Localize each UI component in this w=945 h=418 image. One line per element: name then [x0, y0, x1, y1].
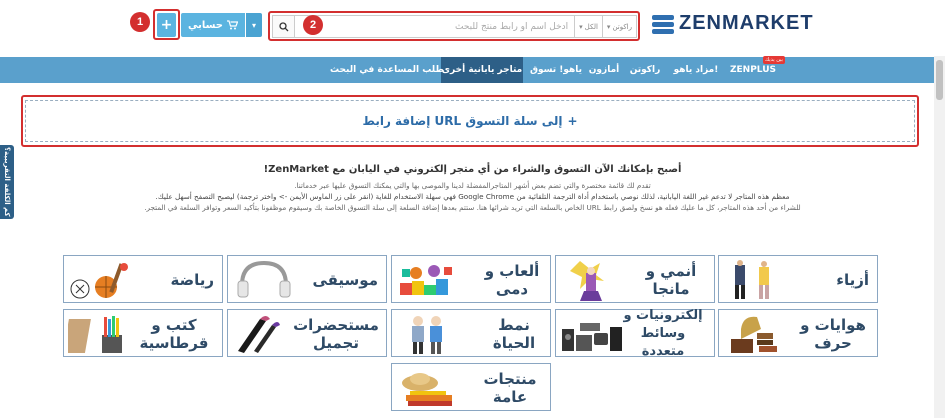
- lifestyle-couple-icon: [412, 316, 442, 354]
- highlight-box-2: [268, 11, 640, 41]
- info-line-1: تقدم لك قائمة مختصرة والتي تضم بعض أشهر …: [294, 181, 651, 190]
- nav-item-amazon[interactable]: أمازون: [585, 57, 623, 83]
- category-label: إلكترونيات و وسائط متعددة: [623, 308, 703, 359]
- category-electronics[interactable]: إلكترونيات و وسائط متعددة: [555, 308, 715, 359]
- zenmarket-logo-icon: [652, 13, 674, 35]
- scrollbar-track[interactable]: [934, 56, 945, 418]
- category-toys[interactable]: ألعاب و دمى: [391, 255, 551, 303]
- main-nav: ZENPLUS مزاد ياهو! راكوتن أمازون ياهو! ت…: [0, 57, 945, 83]
- category-sports[interactable]: رياضة: [63, 255, 223, 303]
- category-books-stationery[interactable]: كتب و قرطاسية: [63, 309, 223, 357]
- account-dropdown-button[interactable]: ▾: [246, 13, 262, 37]
- info-line-3: للشراء من أحد هذه المتاجر، كل ما عليك فع…: [144, 203, 801, 212]
- scrollbar-thumb[interactable]: [936, 60, 943, 100]
- category-label: ألعاب و دمى: [484, 262, 540, 298]
- zenplus-badge: بين يديك: [763, 56, 785, 64]
- category-label: مستحضرات تجميل: [293, 316, 379, 352]
- category-label: كتب و قرطاسية: [139, 316, 209, 352]
- category-label: هوايات و حرف: [800, 316, 866, 352]
- category-label: منتجات عامة: [483, 370, 537, 406]
- info-title: أصبح بإمكانك الآن التسوق والشراء من أي م…: [263, 164, 682, 175]
- plus-icon: +: [567, 114, 578, 128]
- fashion-icon: [735, 260, 769, 299]
- toys-icon: [400, 265, 452, 295]
- category-anime-manga[interactable]: أنمي و مانجا: [555, 255, 715, 303]
- headphones-icon: [237, 260, 291, 298]
- anime-figure-icon: [570, 261, 604, 301]
- nav-item-yahoo-auctions[interactable]: مزاد ياهو!: [670, 57, 722, 83]
- info-line-2: معظم هذه المتاجر لا تدعم غير اللغة الياب…: [155, 192, 790, 201]
- general-products-icon: [402, 373, 452, 406]
- category-general-products[interactable]: منتجات عامة: [391, 363, 551, 411]
- gramophone-icon: [731, 316, 777, 353]
- category-hobbies-crafts[interactable]: هوايات و حرف: [718, 309, 878, 357]
- electronics-icon: [562, 323, 622, 351]
- category-fashion[interactable]: أزياء: [718, 255, 878, 303]
- my-account-button[interactable]: حسابي: [181, 13, 245, 37]
- highlight-box-1: [153, 9, 180, 40]
- sports-icon: [70, 263, 128, 299]
- category-cosmetics[interactable]: مستحضرات تجميل: [227, 309, 387, 357]
- logo[interactable]: ZENMARKET: [652, 12, 814, 35]
- nav-item-rakuten[interactable]: راكوتن: [622, 57, 668, 83]
- cosmetics-brushes-icon: [238, 316, 280, 353]
- add-url-label: إضافة رابط URL إلى سلة التسوق: [362, 114, 563, 128]
- cart-icon: [227, 20, 238, 30]
- nav-item-search-help[interactable]: طلب المساعدة في البحث: [330, 57, 444, 83]
- category-label: أنمي و مانجا: [645, 262, 697, 298]
- cost-estimate-tab[interactable]: كم الكلفة التقريبية؟: [0, 145, 14, 219]
- category-label: نمط الحياة: [492, 316, 536, 352]
- step-badge-2: 2: [303, 15, 323, 35]
- category-music[interactable]: موسيقى: [227, 255, 387, 303]
- step-badge-1: 1: [130, 12, 150, 32]
- pencils-icon: [68, 316, 122, 353]
- category-label: أزياء: [836, 271, 869, 289]
- logo-text: ZENMARKET: [679, 12, 814, 34]
- category-lifestyle[interactable]: نمط الحياة: [391, 309, 551, 357]
- nav-item-yahoo-shopping[interactable]: ياهو! تسوق: [528, 57, 584, 83]
- info-section: أصبح بإمكانك الآن التسوق والشراء من أي م…: [60, 164, 885, 213]
- category-label: موسيقى: [312, 271, 378, 289]
- add-url-button[interactable]: إضافة رابط URL إلى سلة التسوق +: [25, 100, 915, 142]
- category-label: رياضة: [170, 271, 215, 289]
- chevron-down-icon: ▾: [251, 20, 256, 30]
- nav-item-other-stores[interactable]: متاجر يابانية أخرى: [441, 57, 523, 83]
- account-label: حسابي: [187, 19, 223, 31]
